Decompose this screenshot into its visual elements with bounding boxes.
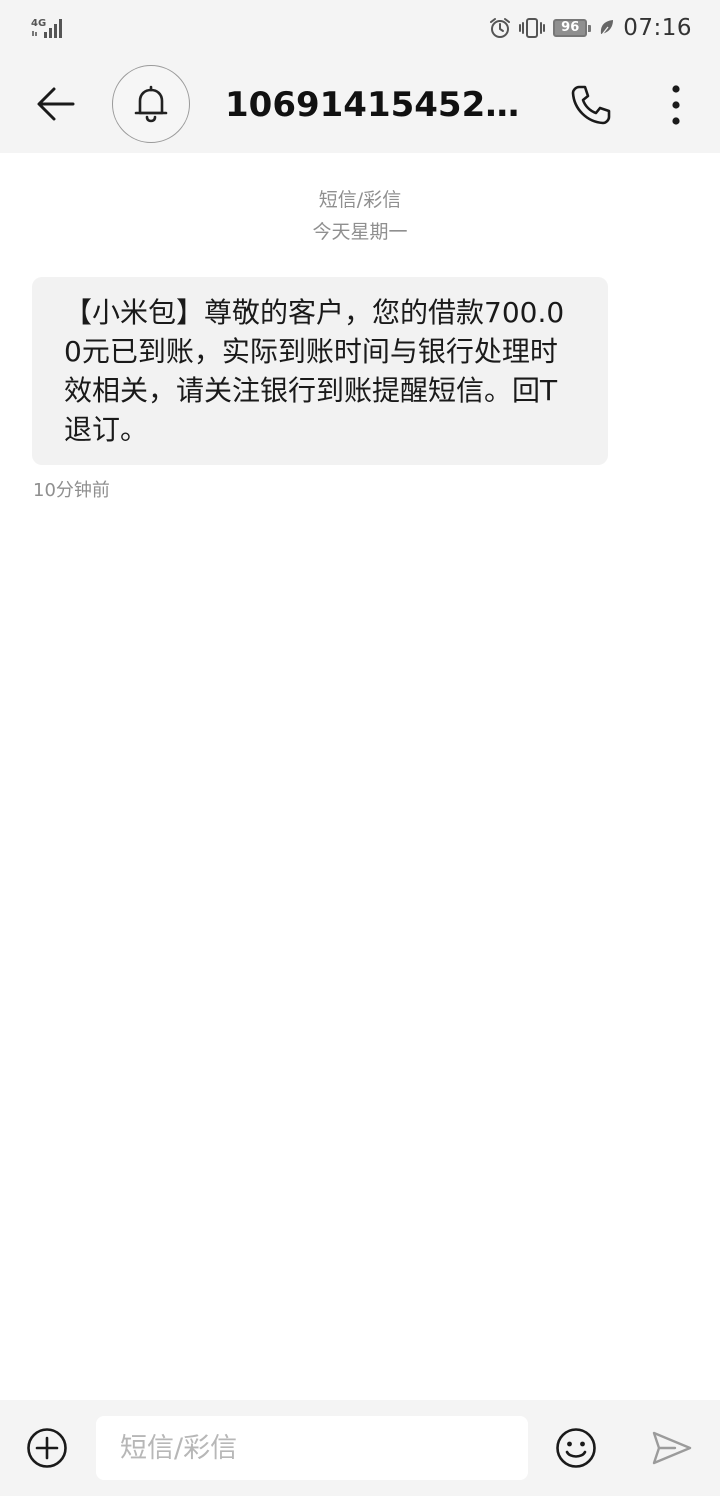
message-date-label: 今天星期一	[312, 221, 408, 243]
alarm-icon	[490, 18, 511, 38]
phone-icon	[571, 85, 611, 125]
emoji-button[interactable]	[552, 1424, 600, 1472]
more-vertical-icon	[672, 85, 680, 125]
bell-icon	[134, 85, 168, 123]
network-type-label: 4G	[31, 18, 46, 29]
leaf-icon	[600, 20, 614, 37]
signal-icon: 4G	[31, 18, 62, 38]
message-timestamp: 10分钟前	[33, 480, 110, 501]
emoji-icon	[556, 1428, 596, 1468]
status-icons: 96 07:16	[489, 12, 692, 44]
compose-bar	[0, 1400, 720, 1496]
more-options-button[interactable]	[646, 74, 706, 136]
back-button[interactable]	[22, 70, 90, 138]
send-icon	[652, 1431, 692, 1465]
send-button[interactable]	[648, 1424, 696, 1472]
message-bubble[interactable]: 【小米包】尊敬的客户，您的借款700.00元已到账，实际到账时间与银行处理时效相…	[32, 277, 608, 465]
message-type-label: 短信/彩信	[318, 189, 402, 211]
conversation-header: 10691415452908…	[0, 56, 720, 153]
contact-title: 10691415452908…	[225, 85, 540, 125]
status-bar: 4G 96 07:16	[0, 0, 720, 56]
message-text: 【小米包】尊敬的客户，您的借款700.00元已到账，实际到账时间与银行处理时效相…	[64, 296, 565, 446]
message-list[interactable]: 短信/彩信 今天星期一 【小米包】尊敬的客户，您的借款700.00元已到账，实际…	[0, 153, 720, 1400]
status-time: 07:16	[623, 15, 692, 41]
message-input[interactable]	[96, 1416, 528, 1480]
add-attachment-button[interactable]	[24, 1425, 70, 1471]
back-arrow-icon	[37, 87, 75, 121]
call-button[interactable]	[560, 74, 622, 136]
vibrate-icon	[519, 18, 546, 38]
battery-icon: 96	[553, 19, 592, 37]
contact-avatar[interactable]	[112, 65, 190, 143]
add-circle-icon	[27, 1428, 67, 1468]
battery-level: 96	[561, 20, 580, 35]
